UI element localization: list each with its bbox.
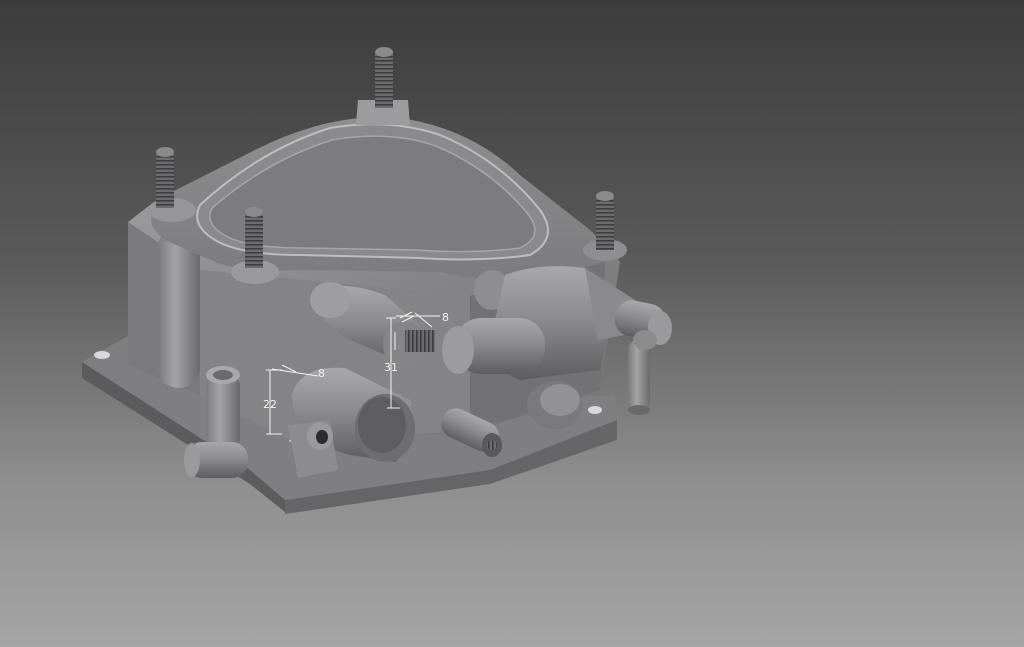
dimension-label-8-top[interactable]: 8 <box>442 311 449 324</box>
mount-hole-right <box>588 406 602 414</box>
dimension-label-22[interactable]: 22 <box>263 398 277 411</box>
stud-right <box>596 191 614 250</box>
cad-viewport[interactable]: 8 31 8 22 <box>0 0 1024 647</box>
stud-top <box>375 47 393 108</box>
mount-hole-left <box>94 351 110 359</box>
model-canvas[interactable]: 8 31 8 22 <box>0 0 1024 647</box>
stud-left <box>156 147 174 208</box>
stud-front <box>245 207 263 268</box>
dimension-label-31[interactable]: 31 <box>384 361 398 374</box>
top-cover <box>148 100 627 284</box>
dimension-label-8-left[interactable]: 8 <box>318 367 325 380</box>
